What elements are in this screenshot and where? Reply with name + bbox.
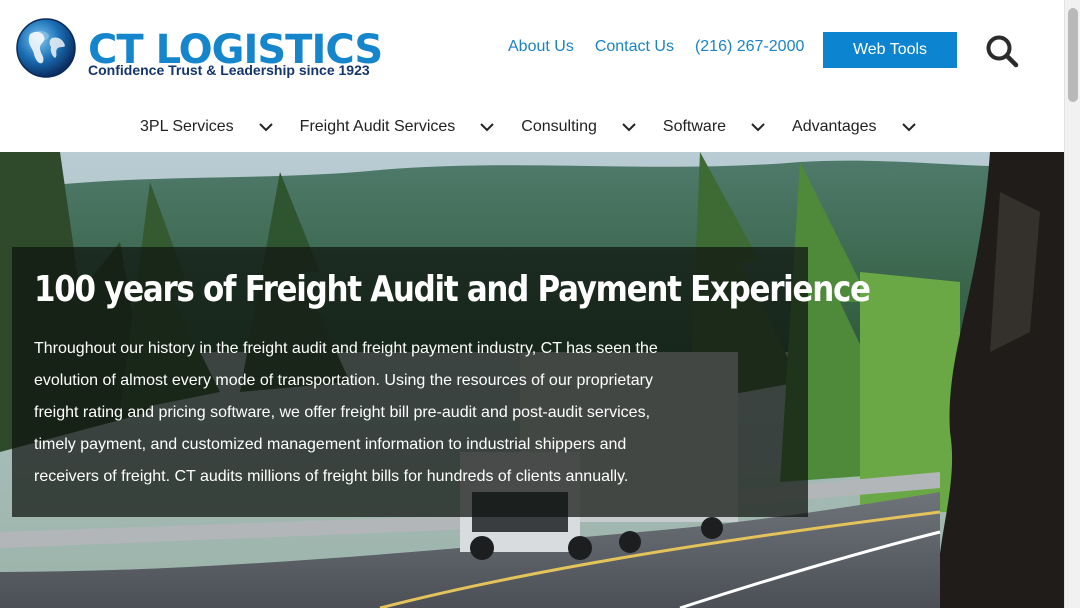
chevron-down-icon[interactable] <box>258 122 274 132</box>
nav-item-label: Freight Audit Services <box>299 118 456 135</box>
nav-item-consulting[interactable]: Consulting <box>521 114 637 140</box>
utility-links: About Us Contact Us (216) 267-2000 <box>508 38 804 60</box>
nav-item-label: Consulting <box>521 118 597 135</box>
main-nav: 3PL Services Freight Audit Services Cons… <box>140 114 943 140</box>
chevron-down-icon[interactable] <box>479 122 495 132</box>
site-header: CT LOGISTICS Confidence Trust & Leadersh… <box>0 0 1064 152</box>
nav-item-label: 3PL Services <box>140 118 234 135</box>
nav-item-freight-audit-services[interactable]: Freight Audit Services <box>300 114 496 140</box>
hero-section: 100 years of Freight Audit and Payment E… <box>0 152 1064 608</box>
hero-text-panel: 100 years of Freight Audit and Payment E… <box>12 247 871 517</box>
web-tools-button[interactable]: Web Tools <box>823 32 957 68</box>
globe-icon <box>16 18 76 78</box>
phone-link[interactable]: (216) 267-2000 <box>695 38 804 60</box>
nav-item-advantages[interactable]: Advantages <box>792 114 917 140</box>
search-icon[interactable] <box>985 34 1019 68</box>
nav-item-label: Software <box>662 118 727 135</box>
nav-item-label: Advantages <box>792 118 877 135</box>
chevron-down-icon[interactable] <box>750 122 766 132</box>
page-scrollbar[interactable] <box>1064 0 1080 608</box>
about-us-link[interactable]: About Us <box>508 38 574 60</box>
scrollbar-thumb[interactable] <box>1068 8 1078 102</box>
hero-body-text: Throughout our history in the freight au… <box>34 340 658 485</box>
hero-headline: 100 years of Freight Audit and Payment E… <box>34 269 871 310</box>
chevron-down-icon[interactable] <box>901 122 917 132</box>
nav-item-software[interactable]: Software <box>663 114 766 140</box>
site-logo[interactable]: CT LOGISTICS Confidence Trust & Leadersh… <box>14 16 394 82</box>
page: CT LOGISTICS Confidence Trust & Leadersh… <box>0 0 1064 608</box>
chevron-down-icon[interactable] <box>621 122 637 132</box>
logo-tagline: Confidence Trust & Leadership since 1923 <box>88 62 370 78</box>
nav-item-3pl-services[interactable]: 3PL Services <box>140 114 274 140</box>
contact-us-link[interactable]: Contact Us <box>595 38 674 60</box>
